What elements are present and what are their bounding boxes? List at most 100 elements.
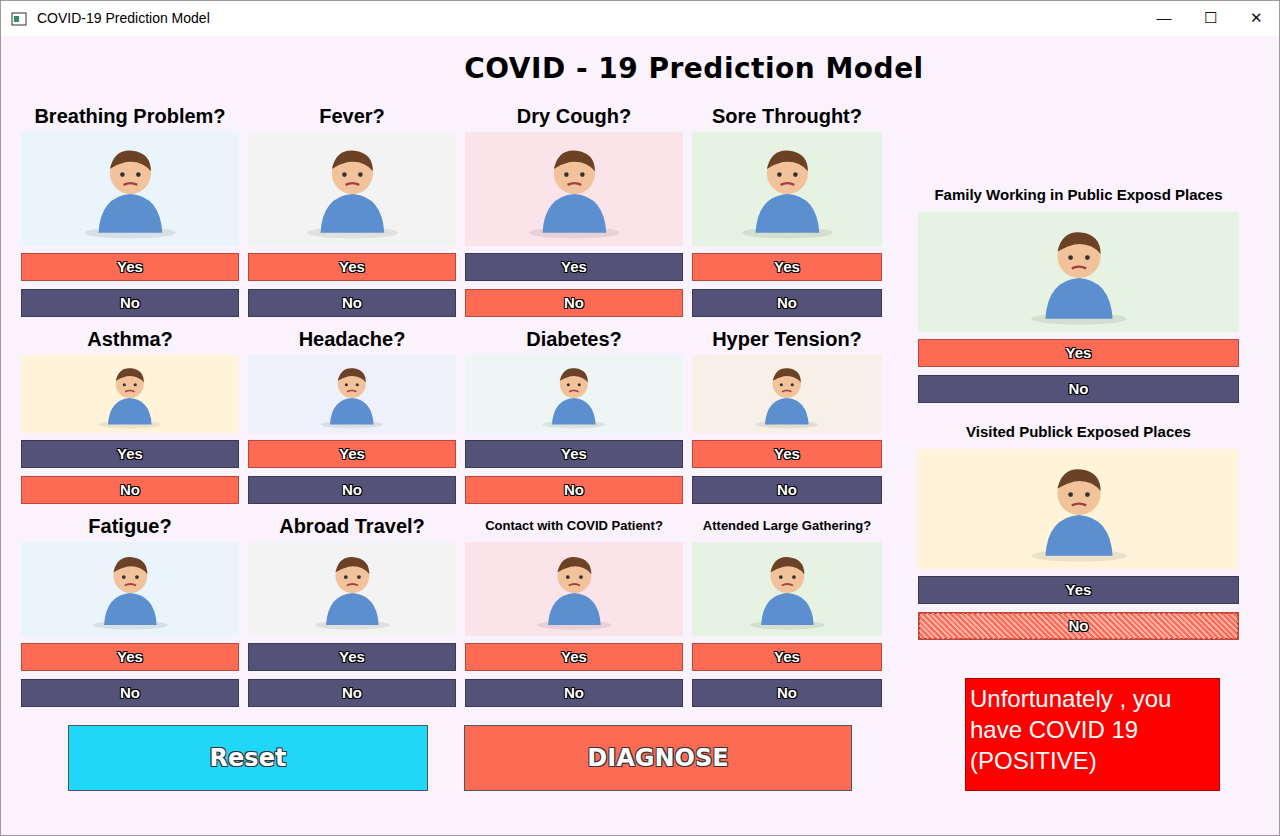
no-button[interactable]: No: [465, 679, 683, 707]
button-label: Yes: [1066, 344, 1092, 361]
question-card: Fatigue? Yes No: [21, 514, 239, 707]
person-icon: [62, 137, 199, 240]
question-label: Asthma?: [21, 327, 239, 351]
button-label: No: [120, 684, 140, 701]
person-icon: [1007, 455, 1151, 563]
question-card: Diabetes? Yes No: [465, 327, 683, 504]
yes-button[interactable]: Yes: [692, 440, 882, 468]
button-label: Yes: [774, 648, 800, 665]
button-label: No: [564, 684, 584, 701]
yes-button[interactable]: Yes: [465, 440, 683, 468]
question-label: Attended Large Gathering?: [692, 518, 882, 534]
person-icon: [1007, 218, 1151, 326]
illustration-image: [465, 542, 683, 636]
exposure-card: Visited Publick Exposed Places Yes No: [918, 423, 1239, 640]
question-card: Fever?YesNo: [248, 104, 456, 317]
close-button[interactable]: ✕: [1233, 1, 1279, 36]
button-label: No: [120, 294, 140, 311]
yes-button[interactable]: Yes: [692, 643, 882, 671]
no-button[interactable]: No: [918, 612, 1239, 640]
person-icon: [83, 359, 177, 429]
illustration-image: [21, 132, 239, 246]
no-button[interactable]: No: [21, 289, 239, 317]
illustration-image: [465, 132, 683, 246]
result-box: Unfortunately , you have COVID 19 (POSIT…: [965, 678, 1220, 791]
person-icon: [74, 546, 187, 631]
person-icon: [719, 137, 856, 240]
no-button[interactable]: No: [692, 679, 882, 707]
person-icon: [740, 359, 834, 429]
exposure-label: Visited Publick Exposed Places: [918, 423, 1239, 441]
button-label: No: [777, 294, 797, 311]
button-label: Yes: [339, 445, 365, 462]
question-card: Abroad Travel? Yes No: [248, 514, 456, 707]
no-button[interactable]: No: [918, 375, 1239, 403]
question-label: Sore Throught?: [692, 104, 882, 128]
maximize-button[interactable]: ☐: [1187, 1, 1233, 36]
button-label: Yes: [117, 445, 143, 462]
question-label: Hyper Tension?: [692, 327, 882, 351]
yes-button[interactable]: Yes: [918, 576, 1239, 604]
person-icon: [518, 546, 631, 631]
no-button[interactable]: No: [465, 476, 683, 504]
illustration-image: [918, 449, 1239, 569]
minimize-button[interactable]: —: [1141, 1, 1187, 36]
button-label: No: [777, 481, 797, 498]
yes-button[interactable]: Yes: [21, 643, 239, 671]
button-label: No: [564, 294, 584, 311]
person-icon: [731, 546, 844, 631]
illustration-image: [918, 212, 1239, 332]
illustration-image: [21, 355, 239, 433]
button-label: Yes: [339, 648, 365, 665]
no-button[interactable]: No: [692, 476, 882, 504]
no-button[interactable]: No: [21, 679, 239, 707]
no-button[interactable]: No: [692, 289, 882, 317]
question-label: Dry Cough?: [465, 104, 683, 128]
window-title: COVID-19 Prediction Model: [37, 8, 1141, 29]
reset-button[interactable]: Reset: [68, 725, 428, 791]
title-bar: COVID-19 Prediction Model —☐✕: [1, 1, 1279, 36]
question-label: Contact with COVID Patient?: [465, 518, 683, 534]
button-label: Yes: [561, 258, 587, 275]
person-icon: [284, 137, 421, 240]
exposure-label: Family Working in Public Exposd Places: [918, 186, 1239, 204]
button-label: No: [342, 481, 362, 498]
illustration-image: [692, 132, 882, 246]
diagnose-button[interactable]: DIAGNOSE: [464, 725, 852, 791]
person-icon: [527, 359, 621, 429]
question-card: Hyper Tension? Yes No: [692, 327, 882, 504]
illustration-image: [21, 542, 239, 636]
illustration-image: [692, 542, 882, 636]
yes-button[interactable]: Yes: [692, 253, 882, 281]
question-card: Attended Large Gathering? Yes No: [692, 514, 882, 707]
question-label: Abroad Travel?: [248, 514, 456, 538]
button-label: Yes: [1066, 581, 1092, 598]
yes-button[interactable]: Yes: [248, 643, 456, 671]
no-button[interactable]: No: [248, 476, 456, 504]
yes-button[interactable]: Yes: [21, 253, 239, 281]
question-label: Diabetes?: [465, 327, 683, 351]
question-card: Asthma? Yes No: [21, 327, 239, 504]
yes-button[interactable]: Yes: [465, 643, 683, 671]
question-card: Sore Throught? Yes No: [692, 104, 882, 317]
question-card: Contact with COVID Patient? Yes No: [465, 514, 683, 707]
question-label: Fatigue?: [21, 514, 239, 538]
yes-button[interactable]: Yes: [248, 253, 456, 281]
yes-button[interactable]: Yes: [465, 253, 683, 281]
illustration-image: [248, 355, 456, 433]
button-label: Yes: [117, 648, 143, 665]
button-label: Yes: [774, 445, 800, 462]
button-label: No: [777, 684, 797, 701]
yes-button[interactable]: Yes: [918, 339, 1239, 367]
yes-button[interactable]: Yes: [21, 440, 239, 468]
yes-button[interactable]: Yes: [248, 440, 456, 468]
no-button[interactable]: No: [465, 289, 683, 317]
button-label: No: [564, 481, 584, 498]
no-button[interactable]: No: [248, 289, 456, 317]
app-heading: COVID - 19 Prediction Model: [1, 52, 1279, 86]
no-button[interactable]: No: [248, 679, 456, 707]
button-label: No: [342, 294, 362, 311]
button-label: Yes: [339, 258, 365, 275]
no-button[interactable]: No: [21, 476, 239, 504]
person-icon: [296, 546, 409, 631]
